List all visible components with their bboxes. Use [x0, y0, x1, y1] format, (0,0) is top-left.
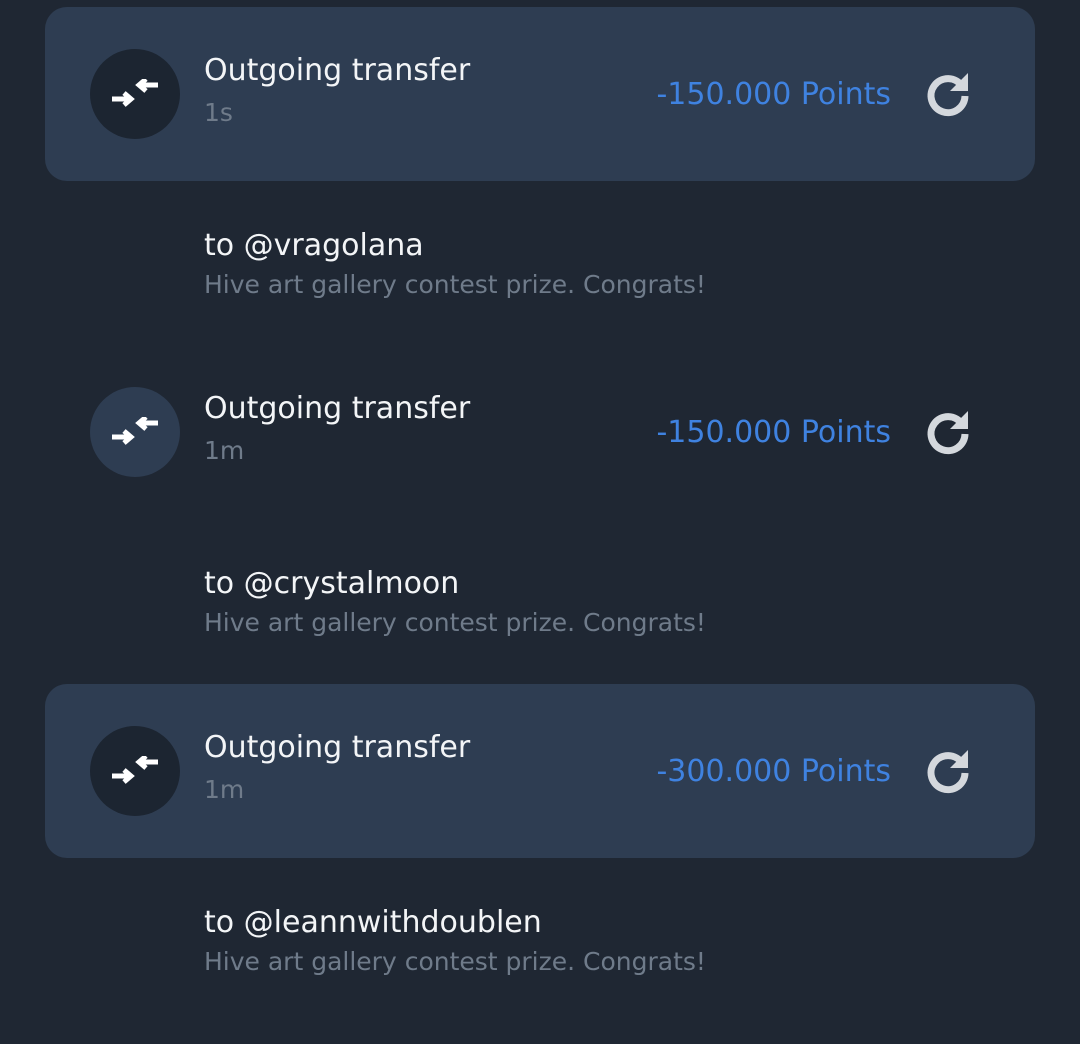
transaction-memo: to @vragolana Hive art gallery contest p…: [204, 228, 706, 301]
transaction-recipient: to @crystalmoon: [204, 566, 460, 601]
transfer-icon-badge: [90, 726, 180, 816]
transaction-row[interactable]: Outgoing transfer 1m -150.000 Points: [45, 345, 1035, 519]
transaction-list: Outgoing transfer 1s -150.000 Points to …: [0, 0, 1080, 1044]
transaction-time: 1m: [204, 436, 245, 465]
transfer-icon-badge: [90, 387, 180, 477]
repeat-transfer-button[interactable]: [921, 67, 975, 121]
transaction-title: Outgoing transfer: [204, 53, 471, 88]
transaction-note: Hive art gallery contest prize. Congrats…: [204, 947, 706, 976]
redo-icon: [927, 411, 969, 455]
repeat-transfer-button[interactable]: [921, 744, 975, 798]
transfer-arrows-icon: [112, 79, 158, 107]
transaction-recipient: to @leannwithdoublen: [204, 905, 542, 940]
transaction-memo: to @crystalmoon Hive art gallery contest…: [204, 566, 706, 639]
transfer-arrows-icon: [112, 756, 158, 784]
transaction-row[interactable]: Outgoing transfer 1m -300.000 Points: [45, 684, 1035, 858]
transaction-title: Outgoing transfer: [204, 391, 471, 426]
transaction-amount: -150.000 Points: [656, 415, 891, 450]
transaction-recipient: to @vragolana: [204, 228, 424, 263]
transaction-amount: -300.000 Points: [656, 754, 891, 789]
transaction-note: Hive art gallery contest prize. Congrats…: [204, 270, 706, 299]
redo-icon: [927, 750, 969, 794]
transfer-arrows-icon: [112, 417, 158, 445]
transaction-time: 1m: [204, 775, 245, 804]
transaction-memo: to @leannwithdoublen Hive art gallery co…: [204, 905, 706, 978]
transaction-time: 1s: [204, 98, 233, 127]
redo-icon: [927, 73, 969, 117]
transaction-note: Hive art gallery contest prize. Congrats…: [204, 608, 706, 637]
transaction-title: Outgoing transfer: [204, 730, 471, 765]
repeat-transfer-button[interactable]: [921, 405, 975, 459]
transaction-amount: -150.000 Points: [656, 77, 891, 112]
transfer-icon-badge: [90, 49, 180, 139]
transaction-row[interactable]: Outgoing transfer 1s -150.000 Points: [45, 7, 1035, 181]
